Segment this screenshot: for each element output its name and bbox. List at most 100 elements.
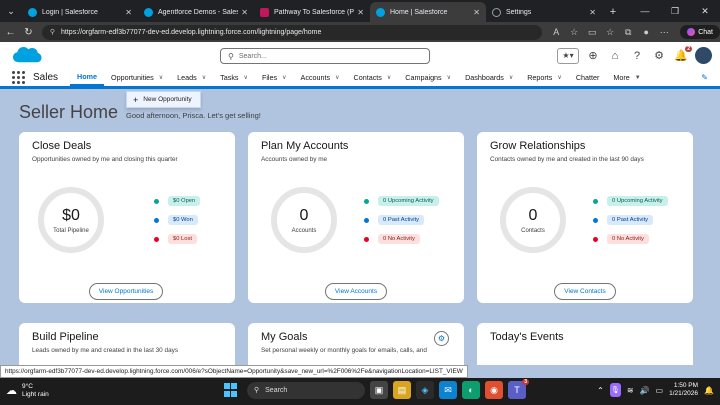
chevron-down-icon[interactable]: ∨	[387, 74, 391, 81]
address-bar[interactable]: ⚲ https://orgfarm-edf3b77077-dev-ed.deve…	[41, 24, 543, 40]
wifi-icon[interactable]: ≋	[627, 386, 634, 395]
chevron-down-icon[interactable]: ∨	[447, 74, 451, 81]
app-launcher-waffle-icon[interactable]	[12, 70, 26, 85]
microphone-icon[interactable]: 🎙	[609, 383, 621, 397]
global-actions-add-icon[interactable]: ⊕	[585, 48, 601, 64]
teams-icon[interactable]: T3	[508, 379, 529, 399]
ring-value: $0	[62, 206, 80, 224]
nav-item-contacts[interactable]: Contacts ∨	[347, 69, 399, 86]
favorites-star-icon[interactable]: ★▾	[557, 47, 579, 64]
new-tab-icon[interactable]: +	[602, 2, 624, 22]
nav-label: Contacts	[353, 73, 382, 82]
tab-close-icon[interactable]: ✕	[589, 8, 596, 17]
restore-icon[interactable]: ❐	[660, 0, 690, 22]
tab-close-icon[interactable]: ✕	[473, 8, 480, 17]
taskbar-search-box[interactable]: ⚲ Search	[247, 381, 365, 399]
weather-temp: 9°C	[22, 383, 33, 390]
notification-center-icon[interactable]: 🔔	[704, 386, 714, 395]
browser-tab-0[interactable]: Login | Salesforce ✕	[22, 2, 138, 22]
nav-item-campaigns[interactable]: Campaigns ∨	[398, 69, 458, 86]
chevron-down-icon[interactable]: ∨	[335, 74, 339, 81]
chat-label: Chat	[698, 28, 714, 36]
chevron-down-icon[interactable]: ∨	[509, 74, 513, 81]
card-title: Close Deals	[32, 140, 92, 152]
browser-tab-3[interactable]: Home | Salesforce ✕	[370, 2, 486, 22]
salesforce-cloud-logo-icon[interactable]	[12, 45, 42, 66]
nav-item-opportunities[interactable]: Opportunities ∨	[104, 69, 170, 86]
edit-nav-pencil-icon[interactable]: ✎	[701, 73, 708, 82]
card-description: Contacts owned by me and created in the …	[490, 156, 644, 163]
tab-close-icon[interactable]: ✕	[357, 8, 364, 17]
site-info-icon[interactable]: ⚲	[50, 28, 55, 36]
show-hidden-icons-chevron-icon[interactable]: ⌃	[597, 386, 604, 395]
chevron-down-icon[interactable]: ∨	[202, 74, 206, 81]
windows-start-icon[interactable]	[224, 383, 238, 397]
browser-toolbar: ← ↻ ⚲ https://orgfarm-edf3b77077-dev-ed.…	[0, 22, 720, 42]
split-screen-icon[interactable]: ▭	[584, 24, 600, 40]
browser-tab-4[interactable]: Settings ✕	[486, 2, 602, 22]
edge-browser-icon[interactable]: ◐	[462, 381, 480, 399]
card-title: Grow Relationships	[490, 140, 586, 152]
system-clock[interactable]: 1:50 PM 1/21/2026	[669, 382, 698, 398]
read-aloud-icon[interactable]: A	[548, 24, 564, 40]
view-opportunities-button[interactable]: View Opportunities	[89, 283, 163, 300]
nav-item-accounts[interactable]: Accounts ∨	[294, 69, 347, 86]
file-explorer-icon[interactable]: ▤	[393, 381, 411, 399]
caret-down-icon[interactable]: ▼	[635, 75, 641, 81]
teams-badge: 3	[522, 379, 529, 385]
window-close-icon[interactable]: ✕	[690, 0, 720, 22]
global-search-input[interactable]: ⚲ Search...	[220, 48, 430, 64]
trailhead-guidance-icon[interactable]: ⌂	[607, 48, 623, 64]
chevron-down-icon[interactable]: ∨	[557, 74, 561, 81]
favorites-icon[interactable]: ☆	[602, 24, 618, 40]
notifications-bell-icon[interactable]: 🔔 2	[673, 45, 692, 64]
profile-avatar-icon[interactable]: ●	[638, 24, 654, 40]
tab-search-icon[interactable]: ⌄	[0, 0, 22, 22]
more-menu-icon[interactable]: ⋯	[656, 24, 672, 40]
user-avatar-icon[interactable]: ☺	[695, 47, 712, 64]
task-view-icon[interactable]: ▣	[370, 381, 388, 399]
nav-item-reports[interactable]: Reports ∨	[520, 69, 569, 86]
nav-item-files[interactable]: Files ∨	[255, 69, 294, 86]
chevron-down-icon[interactable]: ∨	[282, 74, 286, 81]
view-accounts-button[interactable]: View Accounts	[325, 283, 387, 300]
nav-item-chatter[interactable]: Chatter	[569, 69, 607, 86]
outlook-icon[interactable]: ✉	[439, 381, 457, 399]
back-arrow-icon[interactable]: ←	[3, 24, 18, 40]
nav-item-more[interactable]: More ▼	[606, 69, 647, 86]
setup-gear-icon[interactable]: ⚙	[651, 48, 667, 64]
my-goals-card: My Goals Set personal weekly or monthly …	[248, 323, 464, 365]
goals-settings-gear-icon[interactable]: ⚙	[434, 331, 449, 346]
todays-events-card: Today's Events	[477, 323, 693, 365]
nav-item-dashboards[interactable]: Dashboards ∨	[458, 69, 520, 86]
minimize-icon[interactable]: —	[630, 0, 660, 22]
nav-label: Dashboards	[465, 73, 504, 82]
reload-icon[interactable]: ↻	[21, 24, 36, 40]
nav-label: Accounts	[300, 73, 331, 82]
volume-icon[interactable]: 🔊	[640, 386, 650, 395]
view-contacts-button[interactable]: View Contacts	[554, 283, 616, 300]
office-icon[interactable]: ◉	[485, 381, 503, 399]
copilot-chat-button[interactable]: Chat	[680, 25, 720, 39]
browser-tab-2[interactable]: Pathway To Salesforce (PTS) - ✕	[254, 2, 370, 22]
help-question-icon[interactable]: ?	[629, 48, 645, 64]
build-pipeline-card: Build Pipeline Leads owned by me and cre…	[19, 323, 235, 365]
nav-item-home[interactable]: Home	[70, 69, 104, 86]
store-icon[interactable]: ◈	[416, 381, 434, 399]
favorite-star-icon[interactable]: ☆	[566, 24, 582, 40]
chevron-down-icon[interactable]: ∨	[159, 74, 163, 81]
browser-tab-1[interactable]: Agentforce Demos - Salesforce ✕	[138, 2, 254, 22]
contacts-ring: 0 Contacts	[500, 187, 566, 253]
new-opportunity-menu-item[interactable]: + New Opportunity	[126, 91, 201, 108]
tab-close-icon[interactable]: ✕	[125, 8, 132, 17]
nav-item-leads[interactable]: Leads ∨	[170, 69, 213, 86]
battery-icon[interactable]: ▭	[656, 386, 664, 395]
chevron-down-icon[interactable]: ∨	[244, 74, 248, 81]
stat-upcoming: 0 Upcoming Activity	[364, 196, 439, 206]
nav-item-tasks[interactable]: Tasks ∨	[213, 69, 255, 86]
collections-icon[interactable]: ⧉	[620, 24, 636, 40]
stat-pill: 0 Upcoming Activity	[607, 196, 668, 206]
salesforce-favicon-icon	[144, 7, 153, 17]
tab-close-icon[interactable]: ✕	[241, 8, 248, 17]
weather-widget[interactable]: ☁ 9°C Light rain	[6, 383, 49, 399]
